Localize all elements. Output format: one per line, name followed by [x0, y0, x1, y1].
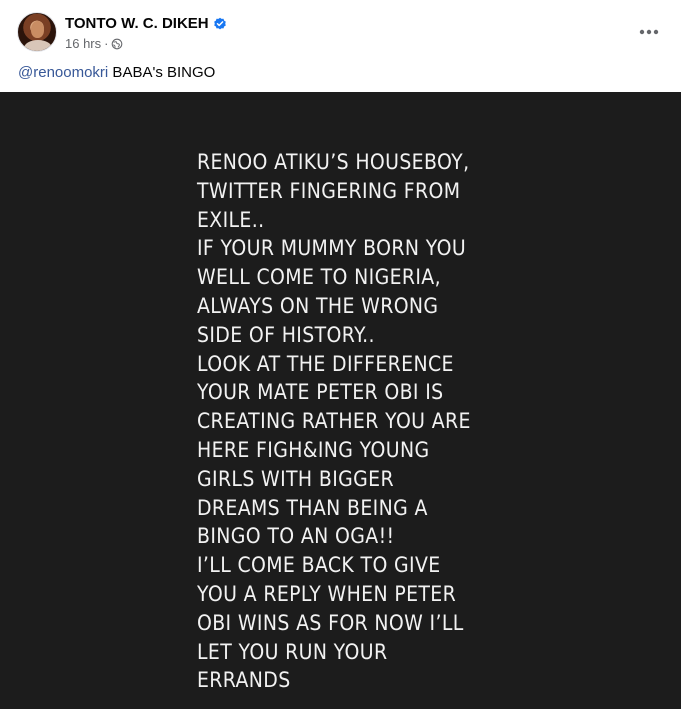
avatar-shoulder-shape — [24, 40, 52, 51]
image-overlay-text: RENOO ATIKU’S HOUSEBOY, TWITTER FINGERIN… — [197, 150, 471, 693]
meta-separator: · — [104, 36, 109, 51]
post-header: TONTO W. C. DIKEH 16 hrs · — [0, 0, 681, 60]
post-image[interactable]: RENOO ATIKU’S HOUSEBOY, TWITTER FINGERIN… — [0, 92, 681, 709]
caption-text: BABA's BINGO — [108, 64, 216, 81]
post-timestamp[interactable]: 16 hrs — [65, 36, 101, 51]
author-row: TONTO W. C. DIKEH — [65, 15, 227, 32]
globe-icon[interactable] — [111, 38, 123, 50]
post-meta: 16 hrs · — [65, 36, 123, 51]
more-options-icon — [639, 29, 659, 35]
verified-badge-icon — [213, 17, 226, 29]
author-name-link[interactable]: TONTO W. C. DIKEH — [65, 15, 209, 32]
post-caption: @renoomokri BABA's BINGO — [18, 64, 215, 81]
caption-mention-link[interactable]: @renoomokri — [18, 64, 108, 81]
avatar-face-shape — [31, 21, 44, 38]
more-options-button[interactable] — [635, 18, 663, 46]
author-avatar[interactable] — [17, 12, 57, 52]
facebook-post-card: TONTO W. C. DIKEH 16 hrs · @renoomokri B… — [0, 0, 681, 709]
